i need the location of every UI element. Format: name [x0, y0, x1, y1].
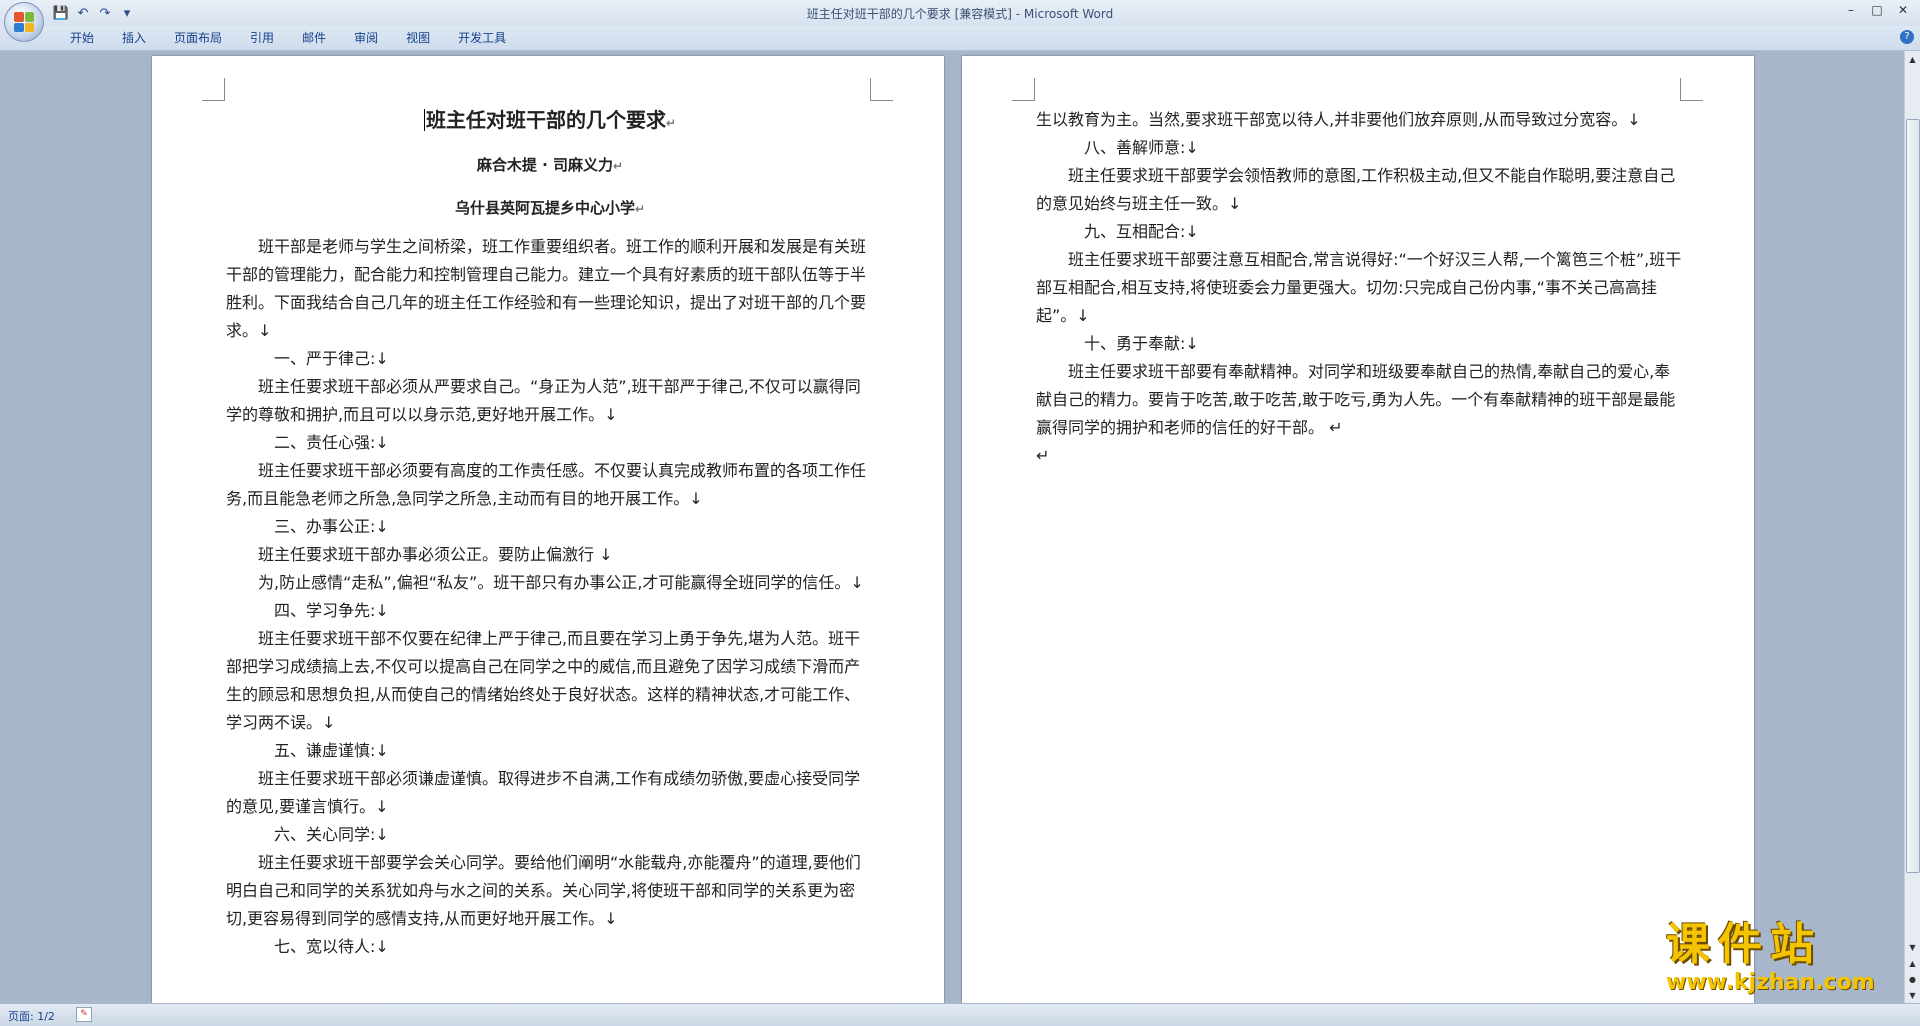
status-bar: 页面: 1/2 ✎: [0, 1003, 1920, 1026]
section-heading: 二、责任心强:↓: [274, 433, 389, 452]
watermark-url: www.kjzhan.com: [1666, 970, 1875, 995]
document-title-text: 班主任对班干部的几个要求: [425, 108, 666, 132]
body-paragraph: 班主任要求班干部要学会关心同学。要给他们阐明“水能载舟,亦能覆舟”的道理,要他们…: [226, 853, 861, 928]
crop-mark: [1680, 78, 1703, 101]
section-heading: 一、严于律己:↓: [274, 349, 389, 368]
body-paragraph: 班主任要求班干部要学会领悟教师的意图,工作积极主动,但又不能自作聪明,要注意自己…: [1036, 166, 1676, 213]
section-heading: 五、谦虚谨慎:↓: [274, 741, 389, 760]
body-paragraph: 班主任要求班干部必须谦虚谨慎。取得进步不自满,工作有成绩勿骄傲,要虚心接受同学的…: [226, 769, 861, 816]
page-2-body: 生以教育为主。当然,要求班干部宽以待人,并非要他们放弃原则,从而导致过分宽容。↓…: [1036, 106, 1684, 470]
tab-references[interactable]: 引用: [236, 30, 288, 46]
ribbon-tab-bar: 开始 插入 页面布局 引用 邮件 审阅 视图 开发工具 ?: [0, 26, 1920, 51]
ribbon-tabs: 开始 插入 页面布局 引用 邮件 审阅 视图 开发工具: [56, 30, 520, 46]
page-2-paragraphs: 生以教育为主。当然,要求班干部宽以待人,并非要他们放弃原则,从而导致过分宽容。↓…: [1036, 106, 1684, 470]
paragraph-mark: ↵: [613, 159, 624, 173]
section-heading: 六、关心同学:↓: [274, 825, 389, 844]
page-1-paragraphs: 班干部是老师与学生之间桥梁，班工作重要组织者。班工作的顺利开展和发展是有关班干部…: [226, 233, 874, 961]
body-paragraph: 生以教育为主。当然,要求班干部宽以待人,并非要他们放弃原则,从而导致过分宽容。↓: [1036, 110, 1641, 129]
body-paragraph: 班主任要求班干部必须要有高度的工作责任感。不仅要认真完成教师布置的各项工作任务,…: [226, 461, 867, 508]
office-button[interactable]: [4, 2, 44, 42]
school-text: 乌什县英阿瓦提乡中心小学: [454, 199, 635, 217]
tab-developer[interactable]: 开发工具: [444, 30, 520, 46]
tab-home[interactable]: 开始: [56, 30, 108, 46]
text-cursor: [423, 109, 425, 131]
scroll-down-icon[interactable]: ▼: [1905, 939, 1920, 955]
section-heading: 三、办事公正:↓: [274, 517, 389, 536]
section-heading: 八、善解师意:↓: [1084, 138, 1199, 157]
vertical-scrollbar[interactable]: ▲ ▼ ▲ ● ▼: [1904, 51, 1920, 1003]
body-paragraph: 班主任要求班干部必须从严要求自己。“身正为人范”,班干部严于律己,不仅可以赢得同…: [226, 377, 861, 424]
window-title: 班主任对班干部的几个要求 [兼容模式] - Microsoft Word: [806, 7, 1114, 21]
section-heading: 七、宽以待人:↓: [274, 937, 389, 956]
author-text: 麻合木提 · 司麻义力: [476, 156, 614, 174]
scrollbar-thumb[interactable]: [1906, 119, 1920, 873]
page-count-status[interactable]: 页面: 1/2: [8, 1008, 55, 1024]
title-bar: 💾 ↶ ↷ ▾ 班主任对班干部的几个要求 [兼容模式] - Microsoft …: [0, 0, 1920, 42]
body-paragraph: ↵: [1036, 446, 1050, 465]
section-heading: 四、学习争先:↓: [274, 601, 389, 620]
paragraph-mark: ↵: [634, 202, 646, 216]
section-heading: 十、勇于奉献:↓: [1084, 334, 1199, 353]
page-1-body: 班主任对班干部的几个要求↵ 麻合木提 · 司麻义力↵ 乌什县英阿瓦提乡中心小学↵…: [226, 106, 874, 961]
minimize-button[interactable]: –: [1838, 0, 1864, 20]
close-button[interactable]: ✕: [1890, 0, 1916, 20]
crop-mark: [870, 78, 893, 101]
tab-review[interactable]: 审阅: [340, 30, 392, 46]
document-workspace: 班主任对班干部的几个要求↵ 麻合木提 · 司麻义力↵ 乌什县英阿瓦提乡中心小学↵…: [0, 51, 1904, 1003]
watermark-logo: 课件站 www.kjzhan.com: [1666, 920, 1906, 1000]
watermark-chinese-text: 课件站: [1666, 919, 1822, 970]
help-icon[interactable]: ?: [1900, 30, 1914, 44]
crop-mark: [202, 78, 225, 101]
document-author: 麻合木提 · 司麻义力↵: [226, 151, 874, 180]
next-page-icon[interactable]: ▼: [1905, 987, 1920, 1003]
previous-page-icon[interactable]: ▲: [1905, 955, 1920, 971]
paragraph-mark: ↵: [665, 116, 677, 130]
tab-insert[interactable]: 插入: [108, 30, 160, 46]
body-paragraph: 班主任要求班干部不仅要在纪律上严于律己,而且要在学习上勇于争先,堪为人范。班干部…: [226, 629, 861, 732]
tab-view[interactable]: 视图: [392, 30, 444, 46]
tab-page-layout[interactable]: 页面布局: [160, 30, 236, 46]
proofing-icon[interactable]: ✎: [76, 1007, 92, 1022]
document-title[interactable]: 班主任对班干部的几个要求↵: [226, 106, 874, 137]
document-page-1[interactable]: 班主任对班干部的几个要求↵ 麻合木提 · 司麻义力↵ 乌什县英阿瓦提乡中心小学↵…: [152, 56, 944, 1003]
body-paragraph: 班主任要求班干部办事必须公正。要防止偏激行 ↓: [258, 545, 613, 564]
crop-mark: [1012, 78, 1035, 101]
body-paragraph: 班主任要求班干部要注意互相配合,常言说得好:“一个好汉三人帮,一个篱笆三个桩”,…: [1036, 250, 1682, 325]
window-controls: – □ ✕: [1838, 0, 1916, 20]
scrollbar-bottom-buttons: ▼ ▲ ● ▼: [1905, 939, 1920, 1003]
scroll-up-icon[interactable]: ▲: [1905, 51, 1920, 67]
tab-mailings[interactable]: 邮件: [288, 30, 340, 46]
document-school: 乌什县英阿瓦提乡中心小学↵: [226, 194, 874, 223]
select-browse-object-icon[interactable]: ●: [1905, 971, 1920, 987]
office-logo-icon: [14, 12, 34, 32]
maximize-button[interactable]: □: [1864, 0, 1890, 20]
body-paragraph: 班干部是老师与学生之间桥梁，班工作重要组织者。班工作的顺利开展和发展是有关班干部…: [226, 237, 867, 340]
section-heading: 九、互相配合:↓: [1084, 222, 1199, 241]
document-page-2[interactable]: 生以教育为主。当然,要求班干部宽以待人,并非要他们放弃原则,从而导致过分宽容。↓…: [962, 56, 1754, 1003]
body-paragraph: 为,防止感情“走私”,偏袒“私友”。班干部只有办事公正,才可能赢得全班同学的信任…: [258, 573, 864, 592]
body-paragraph: 班主任要求班干部要有奉献精神。对同学和班级要奉献自己的热情,奉献自己的爱心,奉献…: [1036, 362, 1676, 437]
